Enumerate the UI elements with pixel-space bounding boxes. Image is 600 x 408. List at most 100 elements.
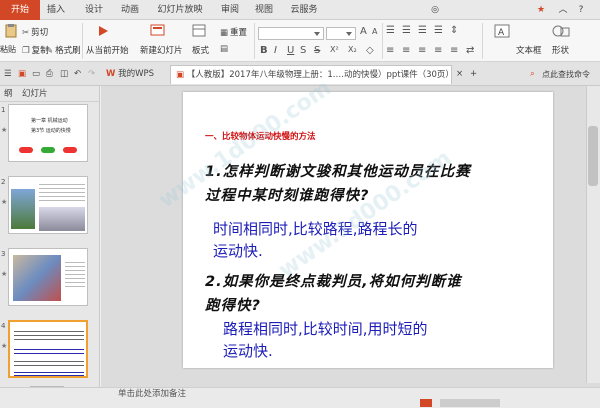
tab-outline[interactable]: 纲: [4, 86, 13, 102]
save-icon[interactable]: ▣: [18, 65, 26, 84]
textbox-icon[interactable]: A: [494, 24, 510, 41]
tab-home[interactable]: 开始: [0, 0, 40, 20]
print-icon[interactable]: ⎙: [46, 65, 53, 84]
brush-icon: ✎: [46, 45, 54, 56]
current-slide[interactable]: 一、比较物体运动快慢的方法 1.怎样判断谢文骏和其他运动员在比赛 过程中某时刻谁…: [154, 76, 553, 368]
strikethrough-icon[interactable]: S: [314, 45, 320, 56]
command-search[interactable]: 点此查找命令: [542, 65, 590, 84]
folder-icon[interactable]: ▭: [32, 65, 40, 84]
layout-icon[interactable]: [192, 24, 206, 41]
question-2-line-1[interactable]: 2.如果你是终点裁判员,将如何判断谁: [205, 270, 462, 291]
new-tab-icon[interactable]: +: [470, 65, 477, 84]
answer-2-line-2[interactable]: 运动快.: [223, 340, 273, 361]
outdent-icon[interactable]: ☰: [434, 25, 443, 36]
answer-1-line-2[interactable]: 运动快.: [213, 240, 263, 261]
underline-icon[interactable]: U: [287, 45, 294, 56]
help-icon[interactable]: ?: [574, 0, 588, 20]
bold-icon[interactable]: B: [260, 45, 268, 56]
scrollbar-thumb[interactable]: [588, 126, 598, 186]
superscript-icon[interactable]: X²: [330, 45, 339, 54]
clear-format-icon[interactable]: ◇: [366, 45, 374, 56]
format-painter-button[interactable]: ✎ 格式刷: [46, 44, 81, 57]
thumb-photo: [39, 207, 85, 231]
paste-label-area[interactable]: 粘贴: [0, 44, 16, 55]
tab-document[interactable]: ▣ 【人教版】2017年八年级物理上册：1.…动的快慢）ppt课件（30页）.p…: [170, 65, 452, 84]
slide-thumbnail-1[interactable]: 第一章 机械运动 第3节 运动的快慢: [8, 104, 88, 162]
question-2-line-2[interactable]: 跑得快?: [205, 294, 261, 315]
slide-editor: 一、比较物体运动快慢的方法 1.怎样判断谢文骏和其他运动员在比赛 过程中某时刻谁…: [101, 76, 600, 387]
slide-thumbnail-3[interactable]: [8, 248, 88, 306]
slide-number: 1: [1, 106, 6, 114]
text-direction-icon[interactable]: ⇄: [466, 45, 474, 56]
slideshow-icon[interactable]: [420, 399, 432, 407]
justify-icon[interactable]: ≡: [434, 45, 442, 56]
thumb1-line1: 第一章 机械运动: [31, 118, 68, 124]
from-current-button[interactable]: 从当前开始: [86, 44, 129, 56]
tab-slideshow[interactable]: 幻灯片放映: [150, 0, 210, 20]
play-icon[interactable]: [96, 24, 110, 41]
section-icon[interactable]: ▤: [220, 44, 228, 54]
font-family-dropdown[interactable]: [258, 27, 324, 40]
paste-button[interactable]: [4, 24, 20, 38]
thumb-photo: [11, 189, 35, 229]
animation-star-icon: ★: [1, 270, 8, 278]
tab-review[interactable]: 审阅: [214, 0, 246, 20]
divider: [254, 23, 255, 59]
distribute-icon[interactable]: ≡: [450, 45, 458, 56]
redo-icon[interactable]: ↷: [88, 65, 95, 84]
answer-2-line-1[interactable]: 路程相同时,比较时间,用时短的: [223, 318, 428, 339]
divider: [482, 23, 483, 59]
font-size-dropdown[interactable]: [326, 27, 356, 40]
paste-label: 粘贴: [0, 45, 16, 54]
slide-thumbnail-2[interactable]: [8, 176, 88, 234]
copy-button[interactable]: ❐ 复制: [22, 44, 49, 57]
notes-bar[interactable]: [0, 387, 600, 408]
reset-button[interactable]: ▦ 重置: [220, 26, 247, 39]
slide-number: 3: [1, 250, 6, 258]
italic-icon[interactable]: I: [274, 45, 277, 56]
layout-button[interactable]: 板式: [192, 44, 209, 56]
number-list-icon[interactable]: ☰: [402, 25, 411, 36]
slide-thumbnail-4[interactable]: [8, 320, 88, 378]
align-right-icon[interactable]: ≡: [418, 45, 426, 56]
line-spacing-icon[interactable]: ⇕: [450, 25, 458, 36]
bullet-list-icon[interactable]: ☰: [386, 25, 395, 36]
align-center-icon[interactable]: ≡: [402, 45, 410, 56]
thumb-decoration: [19, 147, 33, 153]
home-icon[interactable]: ☰: [4, 65, 12, 84]
new-slide-icon[interactable]: [150, 24, 166, 41]
tab-view[interactable]: 视图: [248, 0, 280, 20]
align-left-icon[interactable]: ≡: [386, 45, 394, 56]
close-tab-icon[interactable]: ×: [456, 65, 463, 84]
shape-button[interactable]: 形状: [552, 44, 569, 56]
sync-icon[interactable]: ◎: [428, 0, 442, 20]
shadow-icon[interactable]: S: [300, 45, 306, 56]
new-slide-button[interactable]: 新建幻灯片: [140, 44, 183, 56]
tab-cloud[interactable]: 云服务: [284, 0, 324, 20]
grow-font-icon[interactable]: A: [360, 26, 367, 37]
tab-design[interactable]: 设计: [78, 0, 110, 20]
chevron-up-icon[interactable]: ︿: [556, 0, 570, 20]
question-1-line-2[interactable]: 过程中某时刻谁跑得快?: [205, 184, 369, 205]
shrink-font-icon[interactable]: A: [372, 27, 377, 36]
thumb-text-lines: [39, 181, 85, 201]
undo-icon[interactable]: ↶: [74, 65, 81, 84]
notes-placeholder[interactable]: 单击此处添加备注: [118, 387, 186, 399]
cut-button[interactable]: ✂ 剪切: [22, 26, 48, 39]
shape-icon[interactable]: [552, 24, 570, 41]
tab-animation[interactable]: 动画: [114, 0, 146, 20]
zoom-slider[interactable]: [440, 399, 500, 407]
thumb-text-lines: [65, 259, 85, 289]
tab-my-wps[interactable]: W 我的WPS: [106, 65, 154, 84]
tab-slides[interactable]: 幻灯片: [22, 86, 48, 102]
ribbon-home: ✂ 剪切 粘贴 ❐ 复制 ✎ 格式刷 从当前开始 新建幻灯片 板式 ▦ 重置 ▤ A A…: [0, 20, 600, 62]
search-icon[interactable]: ⌕: [530, 65, 535, 84]
star-icon[interactable]: ★: [534, 0, 548, 20]
indent-icon[interactable]: ☰: [418, 25, 427, 36]
subscript-icon[interactable]: X₂: [348, 45, 357, 54]
preview-icon[interactable]: ◫: [60, 65, 68, 84]
textbox-button[interactable]: 文本框: [516, 44, 542, 56]
my-wps-label: 我的WPS: [118, 69, 155, 79]
tab-insert[interactable]: 插入: [40, 0, 72, 20]
scissors-icon: ✂: [22, 27, 30, 38]
